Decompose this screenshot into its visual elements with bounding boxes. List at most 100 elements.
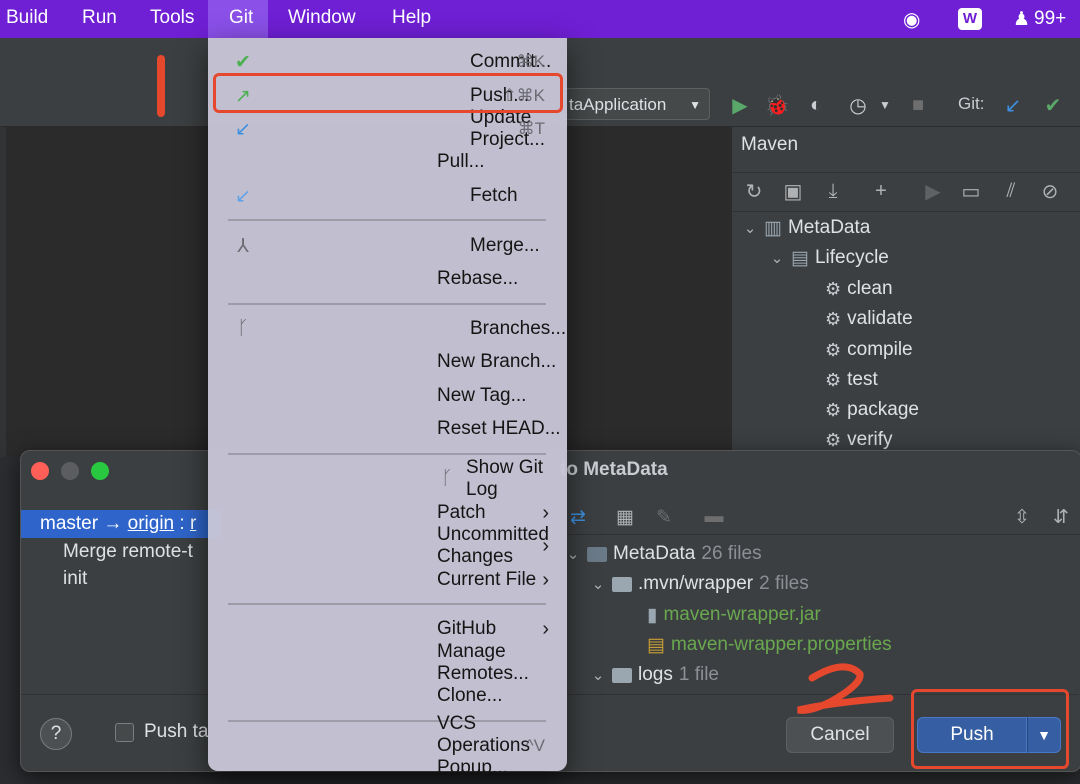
- menu-item-label: Show Git Log: [466, 457, 544, 500]
- download-icon[interactable]: ⤓: [820, 178, 846, 204]
- zoom-window-button[interactable]: [91, 462, 109, 480]
- menu-item-label: GitHub: [437, 618, 497, 639]
- menu-item-fetch[interactable]: ↙ Fetch: [208, 180, 567, 212]
- menu-git[interactable]: Git: [208, 0, 268, 38]
- goal-label: validate: [847, 308, 913, 329]
- folder-icon: ▤: [791, 247, 809, 269]
- folder-icon: [612, 576, 632, 592]
- menu-item-current-file[interactable]: Current File ›: [208, 564, 567, 596]
- collapse-all-icon[interactable]: ⇵: [1048, 504, 1074, 530]
- gear-icon: ⚙: [825, 339, 842, 360]
- git-toolbar-label: Git:: [958, 94, 985, 113]
- menu-item-new-branch[interactable]: New Branch...: [208, 346, 567, 378]
- chevron-down-icon: ⌄: [591, 576, 605, 593]
- group-by-icon[interactable]: ▦: [612, 504, 638, 530]
- changes-folder-node[interactable]: ⌄ .mvn/wrapper 2 files: [590, 570, 809, 598]
- maven-goal-item[interactable]: ⚙ test: [825, 366, 878, 394]
- chevron-right-icon: ›: [542, 617, 549, 640]
- remote-link[interactable]: origin: [128, 513, 174, 534]
- menu-item-vcs-operations-popup[interactable]: VCS Operations Popup... ^V: [208, 713, 567, 778]
- status-app-icon[interactable]: ◉: [903, 0, 920, 38]
- coverage-icon[interactable]: ◐: [803, 92, 829, 118]
- branch-icon: ᚴ: [237, 318, 249, 339]
- fetch-icon: ↙: [235, 185, 251, 207]
- qq-icon[interactable]: ♟ 99+: [1013, 0, 1066, 38]
- collapse-arrows-icon[interactable]: ⇄: [565, 504, 591, 530]
- close-window-button[interactable]: [31, 462, 49, 480]
- menu-item-new-tag[interactable]: New Tag...: [208, 380, 567, 412]
- maven-goal-item[interactable]: ⚙ compile: [825, 336, 913, 364]
- commit-item[interactable]: Merge remote-t: [63, 541, 193, 563]
- wps-icon[interactable]: W: [958, 0, 982, 38]
- commit-item[interactable]: init: [63, 568, 87, 590]
- annotation-highlight-push-button: [911, 689, 1069, 769]
- shortcut-label: ⌘T: [517, 119, 545, 138]
- run-maven-icon[interactable]: ▶: [920, 178, 946, 204]
- maven-project-label: MetaData: [787, 217, 871, 238]
- cancel-button[interactable]: Cancel: [786, 717, 894, 753]
- push-tags-checkbox[interactable]: [115, 723, 134, 742]
- annotation-step-2-number: [790, 660, 900, 718]
- maven-goal-item[interactable]: ⚙ package: [825, 396, 919, 424]
- menu-tools[interactable]: Tools: [150, 0, 194, 38]
- goal-label: clean: [847, 278, 893, 299]
- folder-label: .mvn/wrapper: [638, 573, 754, 594]
- chevron-down-icon: ⌄: [743, 220, 757, 237]
- maven-goal-item[interactable]: ⚙ validate: [825, 305, 913, 333]
- chevron-down-icon[interactable]: ▼: [872, 92, 898, 118]
- changes-file-node[interactable]: ▮ maven-wrapper.jar: [647, 601, 821, 629]
- menu-item-merge[interactable]: ⅄ Merge...: [208, 230, 567, 262]
- merge-icon: ⅄: [237, 235, 249, 257]
- maven-lifecycle-label: Lifecycle: [814, 247, 889, 268]
- run-configuration-selector[interactable]: taApplication ▼: [560, 88, 710, 120]
- menu-item-update-project[interactable]: ↙ Update Project... ⌘T: [208, 107, 567, 150]
- menu-item-branches[interactable]: ᚴ Branches...: [208, 313, 567, 345]
- minimize-window-button[interactable]: [61, 462, 79, 480]
- git-commit-icon[interactable]: ✔: [1040, 92, 1066, 118]
- chevron-right-icon: ›: [542, 568, 549, 591]
- menu-item-rebase[interactable]: Rebase...: [208, 263, 567, 295]
- root-file-count: 26 files: [701, 543, 762, 564]
- edit-icon[interactable]: ✎: [651, 504, 677, 530]
- maven-project-node[interactable]: ⌄ ▥ MetaData: [742, 214, 871, 242]
- menu-item-show-git-log[interactable]: ᚴ Show Git Log: [208, 457, 567, 500]
- maven-panel-title: Maven: [741, 134, 799, 155]
- gear-icon: ⚙: [825, 429, 842, 450]
- profiler-icon[interactable]: ◷: [845, 92, 871, 118]
- folder-file-count: 2 files: [759, 573, 809, 594]
- remote-branch-link[interactable]: r: [190, 513, 196, 534]
- menu-item-clone[interactable]: Clone...: [208, 680, 567, 712]
- skip-tests-icon[interactable]: ⊘: [1037, 178, 1063, 204]
- local-branch: master: [40, 513, 99, 534]
- menu-window[interactable]: Window: [288, 0, 356, 38]
- menu-item-uncommitted-changes[interactable]: Uncommitted Changes ›: [208, 524, 567, 567]
- toggle-offline-icon[interactable]: ⫽: [998, 178, 1024, 204]
- branch-push-row[interactable]: master → origin : r: [21, 510, 221, 538]
- menu-run[interactable]: Run: [82, 0, 117, 38]
- maven-goal-item[interactable]: ⚙ clean: [825, 275, 893, 303]
- debug-icon[interactable]: 🐞: [764, 92, 790, 118]
- menu-help[interactable]: Help: [392, 0, 431, 38]
- maven-lifecycle-node[interactable]: ⌄ ▤ Lifecycle: [769, 244, 889, 272]
- execute-goal-icon[interactable]: ▭: [958, 178, 984, 204]
- expand-all-icon[interactable]: ⇳: [1009, 504, 1035, 530]
- check-icon: ✔: [235, 51, 251, 73]
- reload-icon[interactable]: ↻: [741, 178, 767, 204]
- menu-item-pull[interactable]: Pull...: [208, 146, 567, 178]
- menu-build[interactable]: Build: [6, 0, 48, 38]
- folder-file-count: 1 file: [678, 664, 719, 685]
- help-button[interactable]: ?: [40, 718, 72, 750]
- diff-icon[interactable]: ▬: [701, 504, 727, 530]
- git-update-icon[interactable]: ↙: [1000, 92, 1026, 118]
- generate-sources-icon[interactable]: ▣: [780, 178, 806, 204]
- menu-item-reset-head[interactable]: Reset HEAD...: [208, 413, 567, 445]
- changes-file-node[interactable]: ▤ maven-wrapper.properties: [647, 631, 892, 659]
- stop-icon[interactable]: ■: [905, 92, 931, 118]
- run-icon[interactable]: ▶: [727, 92, 753, 118]
- menu-item-manage-remotes[interactable]: Manage Remotes...: [208, 641, 567, 684]
- add-icon[interactable]: +: [868, 178, 894, 204]
- changes-root-node[interactable]: ⌄ MetaData 26 files: [565, 540, 762, 568]
- file-label: maven-wrapper.jar: [663, 604, 821, 625]
- changes-folder-node[interactable]: ⌄ logs 1 file: [590, 661, 719, 689]
- annotation-step-1-mark: [157, 55, 165, 117]
